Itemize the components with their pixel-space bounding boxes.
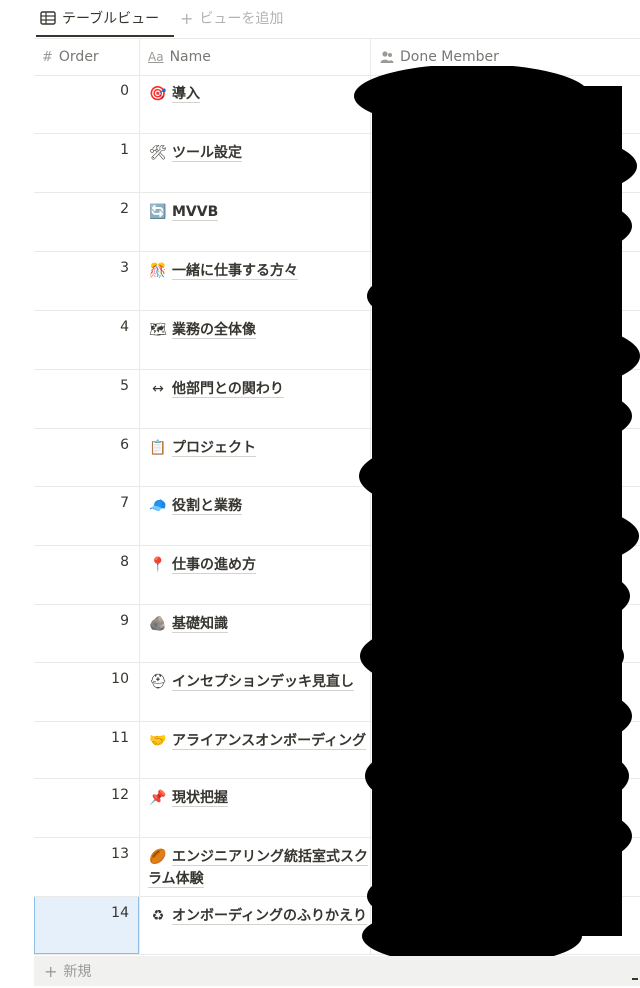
page-emoji-icon: 📌 [149,790,167,806]
view-tabs: テーブルビュー + ビューを追加 [0,0,640,38]
name-cell[interactable]: 🛠 ツール設定 [148,142,368,164]
page-emoji-icon: 🔄 [149,204,167,220]
name-cell[interactable]: 📍 仕事の進め方 [148,554,368,576]
page-title-link[interactable]: MVVB [172,204,219,221]
order-cell[interactable]: 13 [34,837,139,862]
page-title-link[interactable]: エンジニアリング統括室式スクラム体験 [148,849,368,888]
order-cell[interactable]: 1 [34,133,139,158]
name-cell[interactable]: 🪨 基礎知識 [148,613,368,635]
page-emoji-icon: 📋 [149,440,167,456]
order-cell[interactable]: 7 [34,486,139,511]
name-cell[interactable]: 🏉 エンジニアリング統括室式スクラム体験 [148,846,368,890]
table-icon [40,11,56,25]
name-cell[interactable]: 🗺 業務の全体像 [148,319,368,341]
name-cell[interactable]: 🎯 導入 [148,83,368,105]
tab-table-view[interactable]: テーブルビュー [36,0,163,36]
page-emoji-icon: 🏉 [149,849,167,865]
name-cell[interactable]: 🔄 MVVB [148,201,368,223]
number-icon: # [42,49,53,65]
page-emoji-icon: 🎊 [149,263,167,279]
plus-icon: + [180,8,194,28]
order-cell[interactable]: 11 [34,721,139,746]
column-header-name[interactable]: Aa Name [148,39,211,75]
page-emoji-icon: 🛠 [149,145,167,161]
page-title-link[interactable]: アライアンスオンボーディング [172,733,367,750]
page-title-link[interactable]: ツール設定 [172,145,242,162]
column-header-order[interactable]: # Order [42,39,99,75]
order-cell[interactable]: 12 [34,778,139,803]
add-view-label: ビューを追加 [199,11,284,27]
order-cell[interactable]: 6 [34,428,139,453]
plus-icon: + [44,961,58,981]
page-title-link[interactable]: オンボーディングのふりかえり [172,908,368,925]
page-title-link[interactable]: 基礎知識 [172,616,228,633]
active-tab-indicator [36,35,174,37]
page-emoji-icon: 📍 [149,557,167,573]
page-title-link[interactable]: インセプションデッキ見直し [172,674,354,691]
name-cell[interactable]: 📌 現状把握 [148,787,368,809]
name-cell[interactable]: ♻ オンボーディングのふりかえり [148,905,368,927]
column-done-label: Done Member [400,49,499,65]
add-view-button[interactable]: + ビューを追加 [180,0,283,36]
tab-table-view-label: テーブルビュー [62,11,160,27]
redaction-scribble [354,66,640,966]
name-cell[interactable]: ↔ 他部門との関わり [148,378,368,400]
order-cell[interactable]: 9 [34,604,139,629]
text-aa-icon: Aa [148,50,164,64]
add-row-label: 新規 [63,964,92,980]
order-cell[interactable]: 4 [34,310,139,335]
corner-mark [632,978,638,980]
page-emoji-icon: 🧢 [149,498,167,514]
page-emoji-icon: ⛑ [149,674,167,690]
page-title-link[interactable]: 仕事の進め方 [172,557,256,574]
column-name-label: Name [169,49,211,65]
order-cell[interactable]: 8 [34,545,139,570]
name-cell[interactable]: 🎊 一緒に仕事する方々 [148,260,368,282]
order-cell[interactable]: 14 [34,896,139,921]
page-emoji-icon: 🎯 [149,86,167,102]
page-title-link[interactable]: プロジェクト [172,440,256,457]
page-title-link[interactable]: 導入 [172,86,200,103]
page-emoji-icon: ↔ [152,381,164,397]
page-emoji-icon: ♻ [151,908,165,924]
name-cell[interactable]: 🤝 アライアンスオンボーディング [148,730,368,752]
column-order-label: Order [58,49,99,65]
page-title-link[interactable]: 業務の全体像 [172,322,256,339]
order-cell[interactable]: 5 [34,369,139,394]
name-cell[interactable]: 📋 プロジェクト [148,437,368,459]
person-icon [380,51,394,63]
order-cell[interactable]: 2 [34,192,139,217]
order-cell[interactable]: 10 [34,662,139,687]
order-cell[interactable]: 0 [34,74,139,99]
page-emoji-icon: 🤝 [149,733,167,749]
page-title-link[interactable]: 現状把握 [172,790,228,807]
page-emoji-icon: 🪨 [149,616,167,632]
page-title-link[interactable]: 他部門との関わり [172,381,284,398]
add-row-button[interactable]: + 新規 [34,956,640,986]
name-cell[interactable]: 🧢 役割と業務 [148,495,368,517]
page-title-link[interactable]: 一緒に仕事する方々 [172,263,298,280]
name-cell[interactable]: ⛑ インセプションデッキ見直し [148,671,368,693]
page-title-link[interactable]: 役割と業務 [172,498,242,515]
order-cell[interactable]: 3 [34,251,139,276]
page-emoji-icon: 🗺 [149,322,167,338]
